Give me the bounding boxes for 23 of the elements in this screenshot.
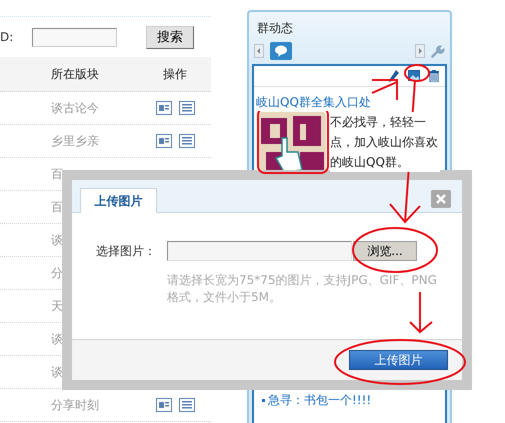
table-cell: 百 <box>51 166 63 182</box>
panel-title: 群动态 <box>256 20 294 37</box>
table-cell: 天 <box>51 298 63 314</box>
column-header: 所在版块 <box>51 66 100 82</box>
table-cell: 百 <box>51 198 63 216</box>
search-label: D: <box>0 30 14 44</box>
post-text: 不必找寻，轻轻一点，加入岐山你喜欢的岐山QQ群。 <box>330 112 440 172</box>
dialog-tab[interactable]: 上传图片 <box>80 188 157 213</box>
post-link[interactable]: 急寻：书包一个!!!! <box>268 392 372 409</box>
table-cell: 谈 <box>51 364 63 380</box>
upload-button[interactable]: 上传图片 <box>349 350 448 370</box>
search-button[interactable]: 搜索 <box>146 26 194 48</box>
table-cell: 谈 <box>51 330 63 348</box>
table-cell: 谈古论今 <box>51 100 99 116</box>
post-title-link[interactable]: 岐山QQ群全集入口处 <box>256 94 371 111</box>
browse-button[interactable]: 浏览... <box>353 241 417 261</box>
table-cell: 谈 <box>51 232 63 248</box>
column-header: 操作 <box>162 66 188 82</box>
field-label: 选择图片： <box>96 242 157 260</box>
hint-text: 请选择长宽为75*75的图片，支持JPG、GIF、PNG格式，文件小于5M。 <box>167 272 438 306</box>
table-cell: 乡里乡亲 <box>51 132 99 150</box>
table-cell: 分享时刻 <box>51 396 99 414</box>
table-cell: 分 <box>51 264 63 282</box>
